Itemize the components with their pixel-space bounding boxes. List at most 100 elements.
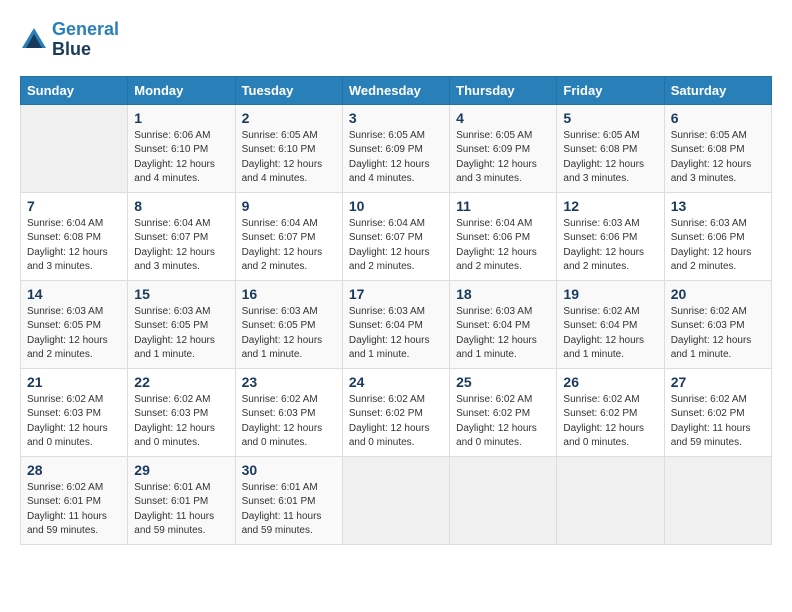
calendar-cell: 18 Sunrise: 6:03 AM Sunset: 6:04 PM Dayli… (450, 280, 557, 368)
calendar-cell (21, 104, 128, 192)
day-number: 5 (563, 110, 657, 126)
calendar-cell: 8Sunrise: 6:04 AM Sunset: 6:07 PM Daylig… (128, 192, 235, 280)
calendar-cell: 29 Sunrise: 6:01 AM Sunset: 6:01 PM Dayli… (128, 456, 235, 544)
calendar-cell: 27 Sunrise: 6:02 AM Sunset: 6:02 PM Dayli… (664, 368, 771, 456)
day-info: Sunrise: 6:03 AM Sunset: 6:05 PM Dayligh… (27, 305, 121, 363)
day-number: 19 (563, 286, 657, 302)
day-number: 23 (242, 374, 336, 390)
calendar-cell: 15 Sunrise: 6:03 AM Sunset: 6:05 PM Dayli… (128, 280, 235, 368)
header-monday: Monday (128, 76, 235, 104)
header-saturday: Saturday (664, 76, 771, 104)
day-info: Sunrise: 6:03 AM Sunset: 6:04 PM Dayligh… (456, 305, 550, 363)
day-number: 3 (349, 110, 443, 126)
calendar-week-row: 1Sunrise: 6:06 AM Sunset: 6:10 PM Daylig… (21, 104, 772, 192)
calendar-cell: 7 Sunrise: 6:04 AM Sunset: 6:08 PM Daylig… (21, 192, 128, 280)
day-info: Sunrise: 6:02 AM Sunset: 6:02 PM Dayligh… (456, 393, 550, 451)
day-info: Sunrise: 6:02 AM Sunset: 6:03 PM Dayligh… (242, 393, 336, 451)
day-info: Sunrise: 6:05 AM Sunset: 6:08 PM Dayligh… (563, 129, 657, 187)
calendar-week-row: 28 Sunrise: 6:02 AM Sunset: 6:01 PM Dayli… (21, 456, 772, 544)
day-number: 30 (242, 462, 336, 478)
day-info: Sunrise: 6:04 AM Sunset: 6:06 PM Dayligh… (456, 217, 550, 275)
calendar-week-row: 14Sunrise: 6:03 AM Sunset: 6:05 PM Dayli… (21, 280, 772, 368)
calendar-cell: 13 Sunrise: 6:03 AM Sunset: 6:06 PM Dayli… (664, 192, 771, 280)
day-number: 4 (456, 110, 550, 126)
calendar-week-row: 7 Sunrise: 6:04 AM Sunset: 6:08 PM Daylig… (21, 192, 772, 280)
day-info: Sunrise: 6:03 AM Sunset: 6:05 PM Dayligh… (134, 305, 228, 363)
day-number: 17 (349, 286, 443, 302)
day-number: 25 (456, 374, 550, 390)
day-info: Sunrise: 6:03 AM Sunset: 6:06 PM Dayligh… (563, 217, 657, 275)
calendar-cell: 21 Sunrise: 6:02 AM Sunset: 6:03 PM Dayli… (21, 368, 128, 456)
day-info: Sunrise: 6:02 AM Sunset: 6:03 PM Dayligh… (671, 305, 765, 363)
logo: General Blue (20, 20, 119, 60)
day-number: 12 (563, 198, 657, 214)
day-number: 16 (242, 286, 336, 302)
calendar-cell (342, 456, 449, 544)
calendar-cell (450, 456, 557, 544)
calendar-cell: 26Sunrise: 6:02 AM Sunset: 6:02 PM Dayli… (557, 368, 664, 456)
day-info: Sunrise: 6:03 AM Sunset: 6:04 PM Dayligh… (349, 305, 443, 363)
day-info: Sunrise: 6:04 AM Sunset: 6:08 PM Dayligh… (27, 217, 121, 275)
day-number: 29 (134, 462, 228, 478)
calendar-cell: 20 Sunrise: 6:02 AM Sunset: 6:03 PM Dayli… (664, 280, 771, 368)
day-info: Sunrise: 6:02 AM Sunset: 6:03 PM Dayligh… (134, 393, 228, 451)
calendar-cell: 16 Sunrise: 6:03 AM Sunset: 6:05 PM Dayli… (235, 280, 342, 368)
day-number: 2 (242, 110, 336, 126)
day-info: Sunrise: 6:03 AM Sunset: 6:06 PM Dayligh… (671, 217, 765, 275)
day-info: Sunrise: 6:02 AM Sunset: 6:04 PM Dayligh… (563, 305, 657, 363)
calendar-week-row: 21 Sunrise: 6:02 AM Sunset: 6:03 PM Dayli… (21, 368, 772, 456)
day-number: 18 (456, 286, 550, 302)
day-number: 7 (27, 198, 121, 214)
day-number: 10 (349, 198, 443, 214)
day-number: 21 (27, 374, 121, 390)
calendar-cell: 9 Sunrise: 6:04 AM Sunset: 6:07 PM Daylig… (235, 192, 342, 280)
day-info: Sunrise: 6:03 AM Sunset: 6:05 PM Dayligh… (242, 305, 336, 363)
day-number: 8 (134, 198, 228, 214)
calendar-cell: 1Sunrise: 6:06 AM Sunset: 6:10 PM Daylig… (128, 104, 235, 192)
day-number: 15 (134, 286, 228, 302)
day-info: Sunrise: 6:05 AM Sunset: 6:09 PM Dayligh… (349, 129, 443, 187)
calendar-cell: 12 Sunrise: 6:03 AM Sunset: 6:06 PM Dayli… (557, 192, 664, 280)
header-tuesday: Tuesday (235, 76, 342, 104)
day-info: Sunrise: 6:02 AM Sunset: 6:02 PM Dayligh… (563, 393, 657, 451)
day-number: 27 (671, 374, 765, 390)
day-info: Sunrise: 6:04 AM Sunset: 6:07 PM Dayligh… (242, 217, 336, 275)
day-info: Sunrise: 6:05 AM Sunset: 6:09 PM Dayligh… (456, 129, 550, 187)
calendar-cell: 17 Sunrise: 6:03 AM Sunset: 6:04 PM Dayli… (342, 280, 449, 368)
day-number: 28 (27, 462, 121, 478)
calendar-cell: 19 Sunrise: 6:02 AM Sunset: 6:04 PM Dayli… (557, 280, 664, 368)
calendar-cell: 25 Sunrise: 6:02 AM Sunset: 6:02 PM Dayli… (450, 368, 557, 456)
day-info: Sunrise: 6:02 AM Sunset: 6:03 PM Dayligh… (27, 393, 121, 451)
day-number: 9 (242, 198, 336, 214)
day-number: 13 (671, 198, 765, 214)
day-info: Sunrise: 6:01 AM Sunset: 6:01 PM Dayligh… (242, 481, 336, 539)
day-info: Sunrise: 6:05 AM Sunset: 6:10 PM Dayligh… (242, 129, 336, 187)
day-info: Sunrise: 6:05 AM Sunset: 6:08 PM Dayligh… (671, 129, 765, 187)
calendar-cell: 24 Sunrise: 6:02 AM Sunset: 6:02 PM Dayli… (342, 368, 449, 456)
calendar-cell: 4 Sunrise: 6:05 AM Sunset: 6:09 PM Daylig… (450, 104, 557, 192)
calendar-table: SundayMondayTuesdayWednesdayThursdayFrid… (20, 76, 772, 545)
logo-icon (20, 26, 48, 54)
header-sunday: Sunday (21, 76, 128, 104)
header-thursday: Thursday (450, 76, 557, 104)
day-number: 1 (134, 110, 228, 126)
day-number: 20 (671, 286, 765, 302)
day-info: Sunrise: 6:02 AM Sunset: 6:01 PM Dayligh… (27, 481, 121, 539)
day-number: 11 (456, 198, 550, 214)
calendar-cell: 23 Sunrise: 6:02 AM Sunset: 6:03 PM Dayli… (235, 368, 342, 456)
calendar-cell: 14Sunrise: 6:03 AM Sunset: 6:05 PM Dayli… (21, 280, 128, 368)
header-friday: Friday (557, 76, 664, 104)
day-number: 24 (349, 374, 443, 390)
day-number: 6 (671, 110, 765, 126)
day-info: Sunrise: 6:02 AM Sunset: 6:02 PM Dayligh… (671, 393, 765, 451)
calendar-header-row: SundayMondayTuesdayWednesdayThursdayFrid… (21, 76, 772, 104)
calendar-cell: 5 Sunrise: 6:05 AM Sunset: 6:08 PM Daylig… (557, 104, 664, 192)
page-header: General Blue (20, 20, 772, 60)
calendar-cell: 10 Sunrise: 6:04 AM Sunset: 6:07 PM Dayli… (342, 192, 449, 280)
logo-text: General Blue (52, 20, 119, 60)
calendar-cell: 28 Sunrise: 6:02 AM Sunset: 6:01 PM Dayli… (21, 456, 128, 544)
day-info: Sunrise: 6:02 AM Sunset: 6:02 PM Dayligh… (349, 393, 443, 451)
day-info: Sunrise: 6:01 AM Sunset: 6:01 PM Dayligh… (134, 481, 228, 539)
day-info: Sunrise: 6:04 AM Sunset: 6:07 PM Dayligh… (349, 217, 443, 275)
calendar-cell (557, 456, 664, 544)
